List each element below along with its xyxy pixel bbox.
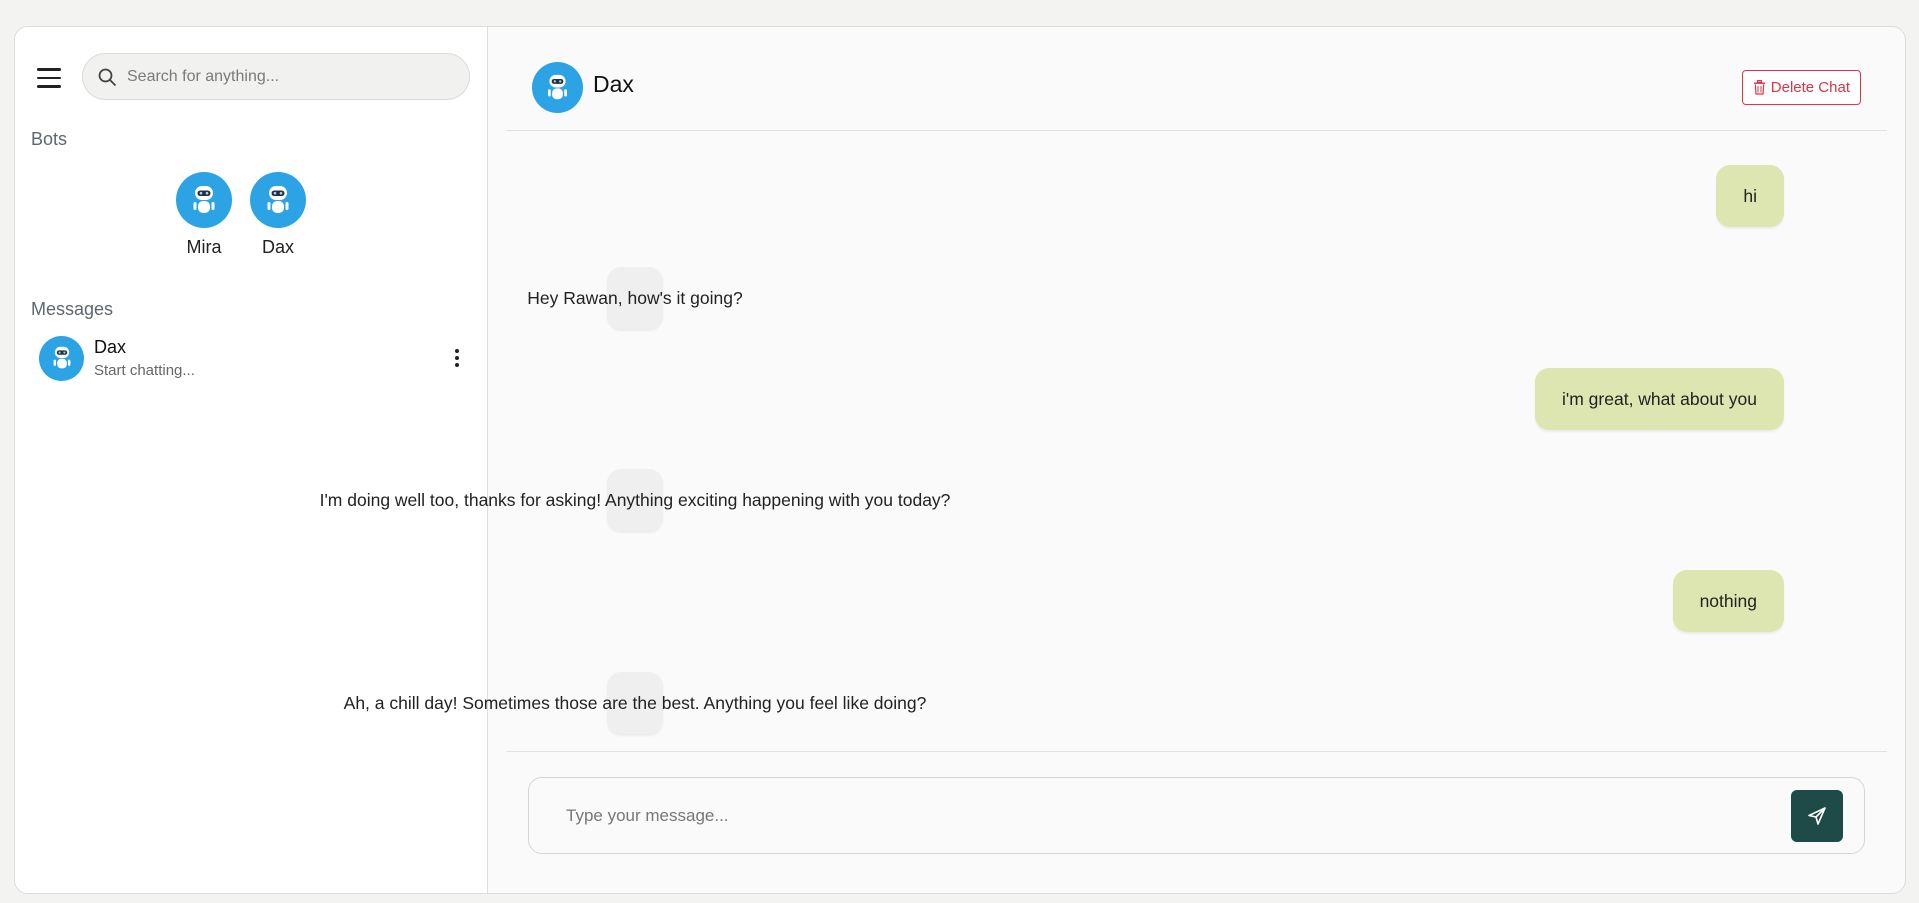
- trash-icon: [1753, 80, 1765, 95]
- bot-name: Dax: [261, 237, 294, 257]
- robot-icon: [193, 186, 215, 213]
- bot-message: Ah, a chill day! Sometimes those are the…: [344, 672, 926, 734]
- chat-avatar: [532, 62, 583, 113]
- send-icon: [1808, 806, 1826, 825]
- bot-message: I'm doing well too, thanks for asking! A…: [320, 469, 950, 531]
- message-list: hi Hey Rawan, how's it going? i'm great,…: [320, 131, 1905, 751]
- chat-panel: Dax Delete Chat hi Hey Rawan, how's it g…: [320, 27, 1905, 893]
- search-bar[interactable]: [82, 53, 470, 100]
- messages-section-title: Messages: [31, 299, 114, 319]
- message-input[interactable]: [566, 805, 1791, 826]
- app-window: Bots Mira: [14, 26, 1906, 894]
- bots-section-title: Bots: [31, 129, 68, 149]
- bot-message: Hey Rawan, how's it going?: [527, 267, 743, 329]
- user-message: nothing: [1672, 570, 1784, 632]
- composer-divider: [506, 751, 1887, 752]
- bot-avatar: [176, 172, 232, 228]
- sidebar: Bots Mira: [15, 27, 488, 893]
- chat-title: Dax: [593, 71, 634, 97]
- bot-mira[interactable]: Mira: [176, 172, 232, 258]
- more-options-icon[interactable]: [447, 345, 467, 371]
- conversation-preview: Start chatting...: [94, 362, 195, 379]
- conversation-name: Dax: [94, 337, 127, 357]
- chat-header: Dax Delete Chat: [506, 27, 1887, 131]
- robot-icon: [548, 74, 567, 100]
- menu-icon[interactable]: [37, 68, 61, 90]
- conversation-avatar: [39, 335, 84, 381]
- bot-name: Mira: [186, 237, 222, 257]
- user-message: hi: [1716, 165, 1784, 227]
- delete-chat-label: Delete Chat: [1770, 79, 1850, 96]
- bot-avatar: [250, 172, 306, 228]
- robot-icon: [53, 346, 70, 369]
- delete-chat-button[interactable]: Delete Chat: [1741, 70, 1861, 105]
- robot-icon: [267, 186, 289, 213]
- user-message: i'm great, what about you: [1535, 368, 1784, 430]
- conversation-text: Dax Start chatting...: [94, 337, 447, 379]
- message-composer: [528, 777, 1865, 854]
- conversation-item-dax[interactable]: Dax Start chatting...: [39, 334, 475, 382]
- bots-list: Mira Dax: [176, 172, 306, 258]
- bot-dax[interactable]: Dax: [250, 172, 306, 258]
- search-input[interactable]: [127, 67, 447, 86]
- send-button[interactable]: [1791, 789, 1843, 842]
- search-icon: [98, 68, 116, 86]
